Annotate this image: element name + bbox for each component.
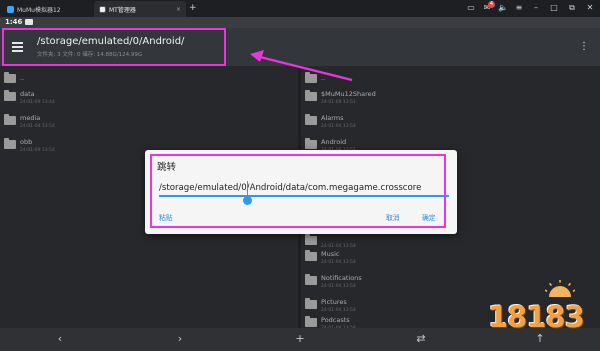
new-tab-icon[interactable]: + — [189, 3, 197, 13]
back-icon[interactable]: ‹ — [53, 331, 67, 347]
gamepad-icon — [25, 19, 33, 25]
annotation-highlight-path — [2, 28, 226, 66]
volume-icon[interactable]: 🔈 — [497, 2, 509, 14]
maximize-icon[interactable]: □ — [548, 2, 560, 14]
mt-manager-icon — [99, 5, 106, 13]
display-icon[interactable]: ▭ — [465, 2, 477, 14]
status-bar: 1:46 — [0, 17, 600, 28]
notification-badge: 4 — [488, 1, 495, 8]
sun-logo-icon — [545, 280, 575, 297]
emulator-title-bar — [0, 0, 600, 17]
swap-icon[interactable]: ⇄ — [414, 331, 428, 347]
more-options-icon[interactable]: ⋮ — [579, 40, 589, 54]
tab-label: MuMu模拟器12 — [17, 6, 61, 14]
status-time: 1:46 — [5, 18, 23, 26]
emulator-tab-mumu[interactable]: MuMu模拟器12 — [2, 1, 66, 17]
emulator-tab-mt-manager[interactable]: MT管理器 × — [94, 1, 186, 17]
minimize-icon[interactable]: – — [530, 2, 542, 14]
menu-icon[interactable]: ≡ — [513, 2, 525, 14]
mumu-app-icon — [7, 5, 14, 13]
close-icon[interactable]: ✕ — [584, 2, 596, 14]
tab-label: MT管理器 — [109, 6, 136, 14]
restore-icon[interactable]: ⧉ — [566, 2, 578, 14]
forward-icon[interactable]: › — [173, 331, 187, 347]
add-icon[interactable]: + — [293, 331, 307, 347]
screen: MuMu模拟器12 MT管理器 × + ▭ ✉ 4 🔈 ≡ – □ ⧉ ✕ 1:… — [0, 0, 600, 351]
annotation-highlight-dialog — [150, 154, 446, 228]
watermark-logo: 18183 — [488, 300, 585, 334]
tab-close-icon[interactable]: × — [176, 6, 181, 13]
annotation-arrow — [250, 50, 353, 82]
